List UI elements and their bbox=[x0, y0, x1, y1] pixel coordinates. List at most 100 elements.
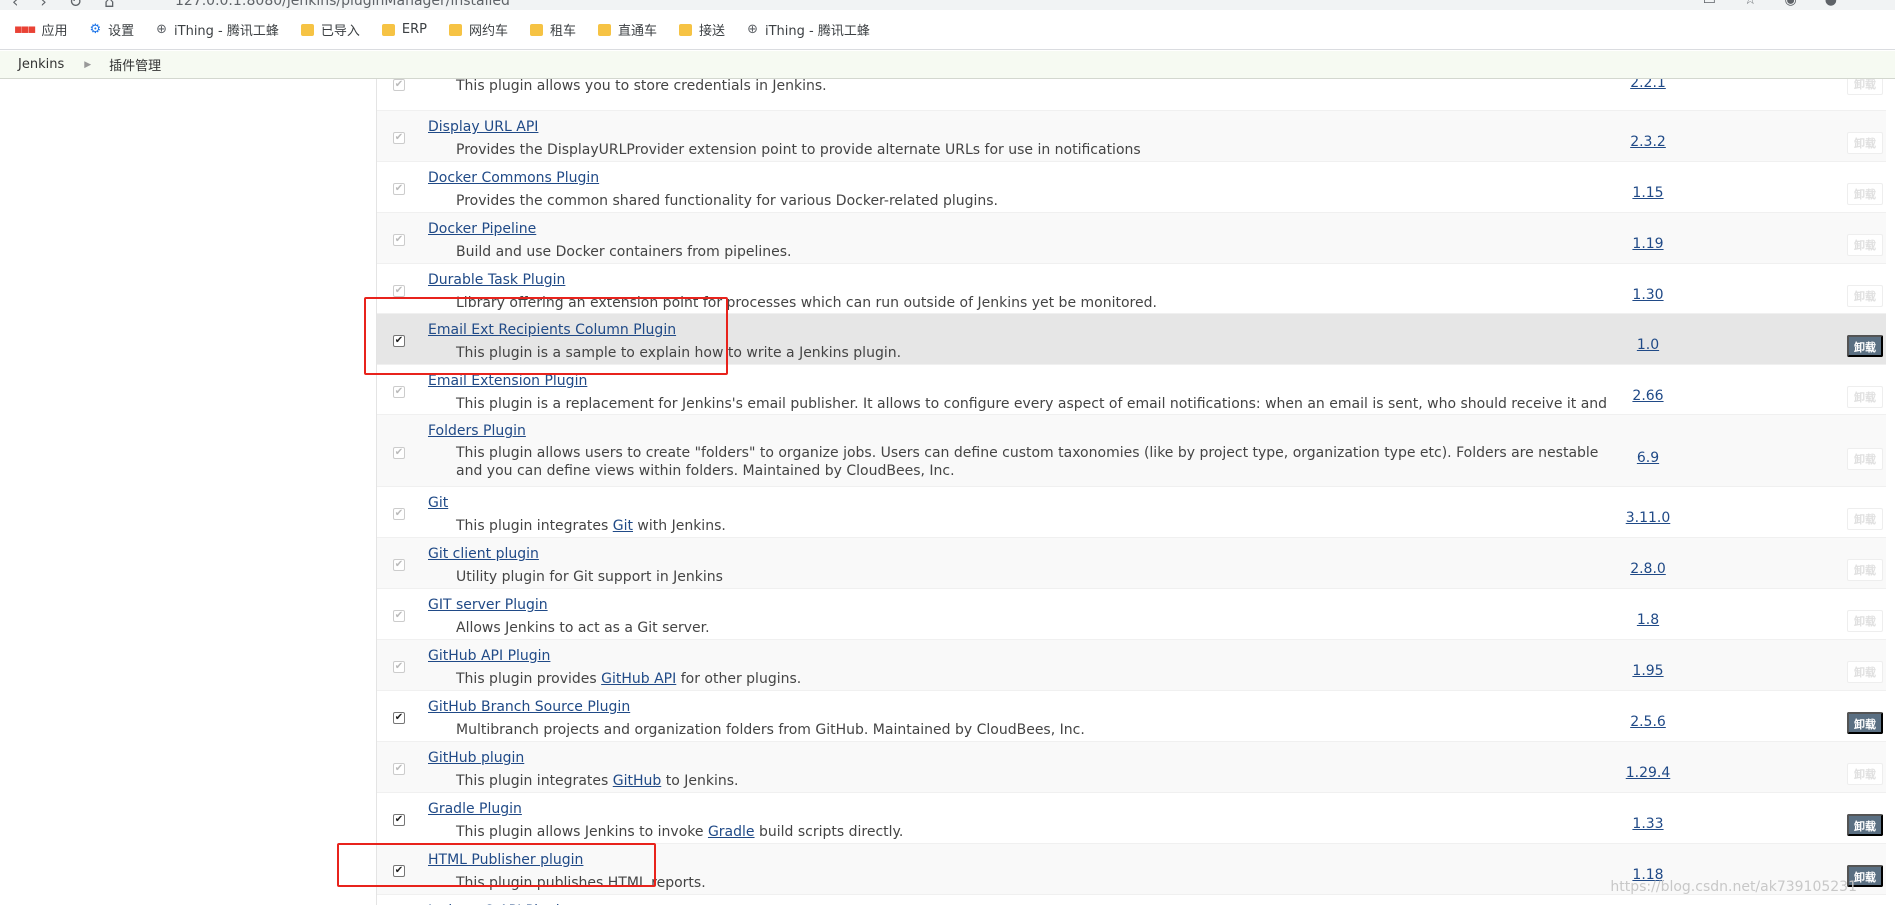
plugin-name-link[interactable]: Email Extension Plugin bbox=[428, 373, 587, 389]
folder-icon bbox=[300, 23, 314, 36]
plugin-row: ✔ Durable Task Plugin Library offering an … bbox=[377, 264, 1886, 314]
plugin-name-link[interactable]: GIT server Plugin bbox=[428, 597, 548, 613]
plugin-version-link[interactable]: 1.19 bbox=[1618, 236, 1678, 252]
plugin-description-link[interactable]: GitHub bbox=[613, 773, 662, 789]
plugin-enable-checkbox[interactable]: ✔ bbox=[393, 335, 405, 347]
plugin-row: ✔ Git client plugin Utility plugin for Git… bbox=[377, 538, 1886, 589]
plugin-description-link[interactable]: Git bbox=[613, 518, 633, 534]
plugin-enable-checkbox[interactable]: ✔ bbox=[393, 610, 405, 622]
plugin-name-link[interactable]: HTML Publisher plugin bbox=[428, 852, 583, 868]
plugin-description-link[interactable]: Gradle bbox=[708, 824, 755, 840]
plugin-version-link[interactable]: 2.5.6 bbox=[1618, 714, 1678, 730]
plugin-enable-checkbox[interactable]: ✔ bbox=[393, 559, 405, 571]
plugin-name-link[interactable]: Gradle Plugin bbox=[428, 801, 522, 817]
bookmark-item[interactable]: ERP bbox=[381, 22, 427, 37]
bookmark-item[interactable]: 直通车 bbox=[598, 20, 657, 39]
plugin-row: ✔ Email Ext Recipients Column Plugin This … bbox=[377, 314, 1886, 365]
bookmark-item[interactable]: 网约车 bbox=[449, 20, 508, 39]
plugin-enable-checkbox[interactable]: ✔ bbox=[393, 814, 405, 826]
breadcrumb-plugin-manager[interactable]: 插件管理 bbox=[109, 55, 161, 74]
browser-address-bar[interactable]: ‹›↻⌂ 127.0.0.1:8080/jenkins/pluginManage… bbox=[0, 0, 1895, 10]
uninstall-button[interactable]: 卸载 bbox=[1847, 712, 1883, 734]
plugin-name-link[interactable]: Git client plugin bbox=[428, 546, 539, 562]
plugin-version-link[interactable]: 2.66 bbox=[1618, 388, 1678, 404]
browser-toolbar-icons[interactable]: ▭☆◉● bbox=[1703, 0, 1865, 8]
globe-icon: ⊕ bbox=[747, 22, 758, 37]
plugin-enable-checkbox[interactable]: ✔ bbox=[393, 79, 405, 91]
plugin-version-link[interactable]: 1.33 bbox=[1618, 816, 1678, 832]
plugin-name-link[interactable]: Email Ext Recipients Column Plugin bbox=[428, 322, 676, 338]
plugin-enable-checkbox[interactable]: ✔ bbox=[393, 661, 405, 673]
bookmark-item[interactable]: ⚙ 设置 bbox=[89, 20, 134, 39]
plugin-version-link[interactable]: 6.9 bbox=[1618, 450, 1678, 466]
plugin-enable-checkbox[interactable]: ✔ bbox=[393, 447, 405, 459]
plugin-description: Utility plugin for Git support in Jenkin… bbox=[456, 569, 723, 585]
plugin-name-link[interactable]: Docker Pipeline bbox=[428, 221, 536, 237]
plugin-name-link[interactable]: GitHub plugin bbox=[428, 750, 524, 766]
plugin-version-link[interactable]: 1.8 bbox=[1618, 612, 1678, 628]
uninstall-button: 卸载 bbox=[1847, 183, 1883, 205]
uninstall-button: 卸载 bbox=[1847, 285, 1883, 307]
plugin-name-link[interactable]: GitHub Branch Source Plugin bbox=[428, 699, 630, 715]
plugin-version-link[interactable]: 1.0 bbox=[1618, 337, 1678, 353]
plugin-description-link[interactable]: GitHub API bbox=[601, 671, 676, 687]
plugin-description-suffix: to Jenkins. bbox=[661, 773, 739, 789]
plugin-version-link[interactable]: 1.29.4 bbox=[1618, 765, 1678, 781]
plugin-enable-checkbox[interactable]: ✔ bbox=[393, 183, 405, 195]
plugin-version-link[interactable]: 1.15 bbox=[1618, 185, 1678, 201]
plugin-name-link[interactable]: Git bbox=[428, 495, 448, 511]
bookmark-label: ERP bbox=[401, 22, 427, 37]
uninstall-button: 卸载 bbox=[1847, 763, 1883, 785]
bookmark-label: 已导入 bbox=[320, 24, 360, 39]
plugin-version-link[interactable]: 3.11.0 bbox=[1618, 510, 1678, 526]
plugin-description: This plugin allows Jenkins to invoke Gra… bbox=[456, 823, 1616, 841]
bookmark-item[interactable]: ⊕ iThing - 腾讯工蜂 bbox=[156, 20, 279, 39]
plugin-version-link[interactable]: 1.30 bbox=[1618, 287, 1678, 303]
bookmark-label: iThing - 腾讯工蜂 bbox=[764, 24, 870, 39]
plugin-description: Provides the DisplayURLProvider extensio… bbox=[456, 142, 1141, 158]
bookmark-item[interactable]: 租车 bbox=[530, 20, 576, 39]
bookmark-label: 应用 bbox=[41, 24, 68, 39]
breadcrumb-jenkins[interactable]: Jenkins bbox=[18, 57, 64, 72]
plugin-name-link[interactable]: Docker Commons Plugin bbox=[428, 170, 599, 186]
plugin-name-link[interactable]: Durable Task Plugin bbox=[428, 272, 565, 288]
bookmark-item[interactable]: 接送 bbox=[679, 20, 725, 39]
plugin-version-link[interactable]: 2.8.0 bbox=[1618, 561, 1678, 577]
url-text[interactable]: 127.0.0.1:8080/jenkins/pluginManager/ins… bbox=[175, 0, 510, 9]
plugin-enable-checkbox[interactable]: ✔ bbox=[393, 763, 405, 775]
plugin-description: This plugin is a sample to explain how t… bbox=[456, 345, 902, 361]
plugin-version-link[interactable]: 1.95 bbox=[1618, 663, 1678, 679]
plugin-description: This plugin allows you to store credenti… bbox=[456, 79, 827, 94]
plugin-description: Allows Jenkins to act as a Git server. bbox=[456, 620, 710, 636]
folder-icon bbox=[598, 23, 612, 36]
plugin-description-prefix: This plugin integrates bbox=[456, 518, 613, 534]
plugin-enable-checkbox[interactable]: ✔ bbox=[393, 508, 405, 520]
plugin-enable-checkbox[interactable]: ✔ bbox=[393, 865, 405, 877]
plugin-description: This plugin provides GitHub API for othe… bbox=[456, 670, 1616, 688]
plugin-name-link[interactable]: Display URL API bbox=[428, 119, 538, 135]
uninstall-button: 卸载 bbox=[1847, 79, 1883, 95]
bookmark-item[interactable]: ▪▪▪ 应用 bbox=[14, 20, 67, 39]
browser-nav-icons[interactable]: ‹›↻⌂ bbox=[12, 0, 136, 10]
plugin-name-link[interactable]: GitHub API Plugin bbox=[428, 648, 550, 664]
plugin-enable-checkbox[interactable]: ✔ bbox=[393, 132, 405, 144]
bookmark-item[interactable]: 已导入 bbox=[300, 20, 360, 39]
plugin-enable-checkbox[interactable]: ✔ bbox=[393, 712, 405, 724]
plugin-name-link[interactable]: Folders Plugin bbox=[428, 423, 526, 439]
plugin-version-link[interactable]: 2.3.2 bbox=[1618, 134, 1678, 150]
plugin-version-link[interactable]: 2.2.1 bbox=[1618, 79, 1678, 91]
uninstall-button: 卸载 bbox=[1847, 386, 1883, 408]
folder-icon bbox=[381, 23, 395, 36]
bookmark-label: iThing - 腾讯工蜂 bbox=[174, 24, 279, 39]
uninstall-button[interactable]: 卸载 bbox=[1847, 814, 1883, 836]
plugin-row: ✔ Gradle Plugin This plugin allows Jenkins… bbox=[377, 793, 1886, 844]
plugin-enable-checkbox[interactable]: ✔ bbox=[393, 386, 405, 398]
plugin-row: ✔ Git This plugin integrates Git with Jenk… bbox=[377, 487, 1886, 538]
bookmark-label: 租车 bbox=[550, 24, 577, 39]
installed-plugins-table: ✔ This plugin allows you to store credent… bbox=[376, 79, 1886, 905]
plugin-enable-checkbox[interactable]: ✔ bbox=[393, 285, 405, 297]
plugin-enable-checkbox[interactable]: ✔ bbox=[393, 234, 405, 246]
plugin-row: ✔ GitHub plugin This plugin integrates Git… bbox=[377, 742, 1886, 793]
bookmark-item[interactable]: ⊕ iThing - 腾讯工蜂 bbox=[747, 20, 870, 39]
uninstall-button[interactable]: 卸载 bbox=[1847, 335, 1883, 357]
